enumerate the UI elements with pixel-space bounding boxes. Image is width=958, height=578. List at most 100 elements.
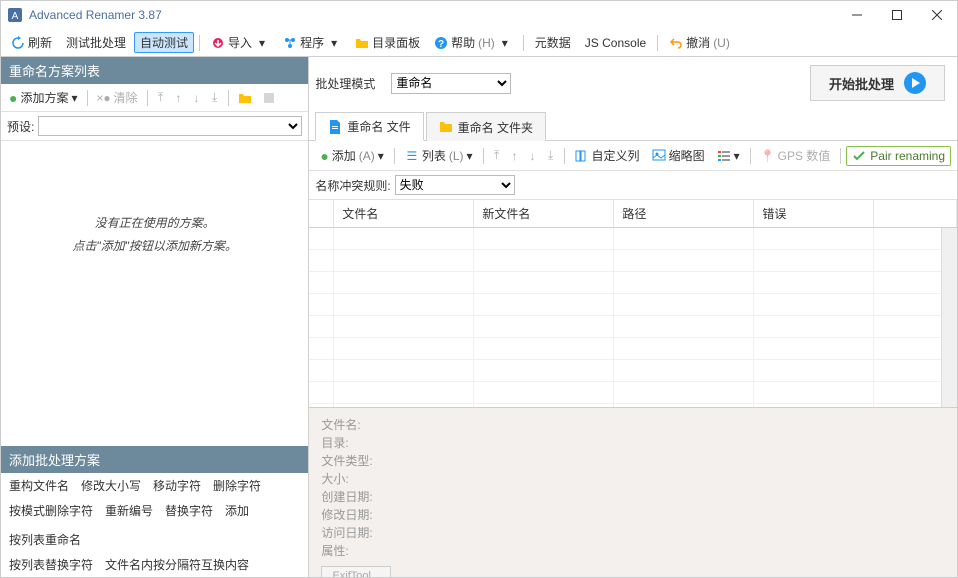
custom-columns-button[interactable]: 自定义列: [570, 145, 645, 166]
link-replace[interactable]: 替换字符: [165, 502, 213, 519]
pin-icon: 📍: [761, 149, 775, 163]
scheme-links-row3: 按列表替换字符 文件名内按分隔符互换内容: [1, 552, 308, 577]
move-up-icon[interactable]: ↑: [507, 148, 523, 164]
add-scheme-button[interactable]: ● 添加方案 ▾: [5, 87, 82, 108]
plus-icon: ●: [320, 148, 328, 164]
link-move[interactable]: 移动字符: [153, 477, 201, 494]
program-icon: [283, 36, 297, 50]
close-button[interactable]: [917, 1, 957, 29]
dropdown-icon: ▾: [71, 91, 77, 105]
column-filename[interactable]: 文件名: [334, 200, 474, 227]
table-row: [309, 272, 957, 294]
column-path[interactable]: 路径: [614, 200, 754, 227]
link-add[interactable]: 添加: [225, 502, 249, 519]
thumbnails-button[interactable]: 缩略图: [647, 145, 710, 166]
x-icon: ×●: [97, 91, 111, 105]
plus-icon: ●: [9, 90, 17, 106]
move-down-icon[interactable]: ↓: [189, 90, 205, 106]
move-down-icon[interactable]: ↓: [525, 148, 541, 164]
separator: [483, 148, 484, 164]
table-row: [309, 382, 957, 404]
empty-line1: 没有正在使用的方案。: [95, 214, 215, 231]
file-toolbar: ● 添加 (A) ▾ ☰ 列表 (L) ▾ ⤒ ↑ ↓ ⤓: [309, 141, 957, 171]
separator: [147, 90, 148, 106]
pair-renaming-button[interactable]: Pair renaming: [846, 146, 951, 166]
metadata-label: 元数据: [535, 34, 571, 51]
start-label: 开始批处理: [829, 74, 894, 93]
folder-icon: [355, 36, 369, 50]
preset-select[interactable]: [38, 116, 302, 136]
minimize-button[interactable]: [837, 1, 877, 29]
dropdown-icon: ▾: [734, 149, 740, 163]
metadata-button[interactable]: 元数据: [529, 32, 577, 53]
gps-button[interactable]: 📍 GPS 数值: [756, 145, 836, 166]
scheme-links-row2: 按模式删除字符 重新编号 替换字符 添加 按列表重命名: [1, 498, 308, 552]
detail-attrs-label: 属性:: [321, 542, 348, 559]
column-newname[interactable]: 新文件名: [474, 200, 614, 227]
help-accelerator: (H): [478, 36, 495, 50]
save-button[interactable]: [258, 89, 280, 107]
titlebar: A Advanced Renamer 3.87: [1, 1, 957, 29]
move-arrows: ⤒ ↑ ↓ ⤓: [153, 90, 223, 106]
refresh-button[interactable]: 刷新: [5, 32, 58, 53]
clear-button[interactable]: ×● 清除: [93, 87, 142, 108]
sort-arrows: ⤒ ↑ ↓ ⤓: [489, 148, 559, 164]
display-mode-button[interactable]: ▾: [712, 147, 745, 165]
link-delete[interactable]: 删除字符: [213, 477, 261, 494]
move-bottom-icon[interactable]: ⤓: [207, 90, 223, 106]
import-button[interactable]: 导入 ▾: [205, 32, 275, 53]
dropdown-icon: ▾: [498, 36, 512, 50]
mode-bar: 批处理模式 重命名 开始批处理: [309, 57, 957, 109]
link-rename-list[interactable]: 按列表重命名: [9, 531, 81, 548]
test-batch-button[interactable]: 测试批处理: [60, 32, 132, 53]
main-toolbar: 刷新 测试批处理 自动测试 导入 ▾ 程序 ▾ 目录面板 ? 帮助 (H) ▾: [1, 29, 957, 57]
details-panel: 文件名: 目录: 文件类型: 大小: 创建日期: 修改日期: 访问日期: 属性:…: [309, 407, 957, 577]
mode-select[interactable]: 重命名: [391, 73, 511, 94]
dir-panel-button[interactable]: 目录面板: [349, 32, 426, 53]
auto-test-button[interactable]: 自动测试: [134, 32, 194, 53]
open-folder-button[interactable]: [234, 89, 256, 107]
maximize-button[interactable]: [877, 1, 917, 29]
empty-line2: 点击"添加"按钮以添加新方案。: [72, 237, 237, 254]
tab-rename-folders[interactable]: 重命名 文件夹: [426, 112, 546, 141]
link-renumber[interactable]: 重新编号: [105, 502, 153, 519]
move-top-icon[interactable]: ⤒: [489, 148, 505, 164]
move-bottom-icon[interactable]: ⤓: [543, 148, 559, 164]
table-row: [309, 250, 957, 272]
link-case[interactable]: 修改大小写: [81, 477, 141, 494]
list-icon: ☰: [405, 149, 419, 163]
js-console-button[interactable]: JS Console: [579, 34, 652, 52]
start-batch-button[interactable]: 开始批处理: [810, 65, 945, 101]
link-restructure[interactable]: 重构文件名: [9, 477, 69, 494]
exiftool-button[interactable]: ExifTool...: [321, 566, 391, 577]
link-delete-pattern[interactable]: 按模式删除字符: [9, 502, 93, 519]
column-error[interactable]: 错误: [754, 200, 874, 227]
folder-icon: [238, 91, 252, 105]
app-window: A Advanced Renamer 3.87 刷新 测试批处理 自动测试: [0, 0, 958, 578]
add-files-button[interactable]: ● 添加 (A) ▾: [315, 145, 389, 166]
grid-body[interactable]: [309, 228, 957, 407]
move-top-icon[interactable]: ⤒: [153, 90, 169, 106]
js-console-label: JS Console: [585, 36, 646, 50]
help-button[interactable]: ? 帮助 (H) ▾: [428, 32, 518, 53]
pair-label: Pair renaming: [870, 149, 945, 163]
conflict-select[interactable]: 失败: [395, 175, 515, 195]
play-icon: [904, 72, 926, 94]
link-swap-delim[interactable]: 文件名内按分隔符互换内容: [105, 556, 249, 573]
test-batch-label: 测试批处理: [66, 34, 126, 51]
import-icon: [211, 36, 225, 50]
content-area: 重命名方案列表 ● 添加方案 ▾ ×● 清除 ⤒ ↑ ↓ ⤓: [1, 57, 957, 577]
link-replace-list[interactable]: 按列表替换字符: [9, 556, 93, 573]
detail-size-label: 大小:: [321, 470, 348, 487]
move-up-icon[interactable]: ↑: [171, 90, 187, 106]
list-button[interactable]: ☰ 列表 (L) ▾: [400, 145, 478, 166]
tab-rename-files[interactable]: 重命名 文件: [315, 112, 423, 141]
program-button[interactable]: 程序 ▾: [277, 32, 347, 53]
column-checkbox[interactable]: [309, 200, 334, 227]
window-controls: [837, 1, 957, 29]
thumbnail-icon: [652, 149, 666, 163]
undo-button[interactable]: 撤消 (U): [663, 32, 736, 53]
columns-icon: [575, 149, 589, 163]
vertical-scrollbar[interactable]: [941, 228, 957, 407]
undo-accelerator: (U): [713, 36, 730, 50]
